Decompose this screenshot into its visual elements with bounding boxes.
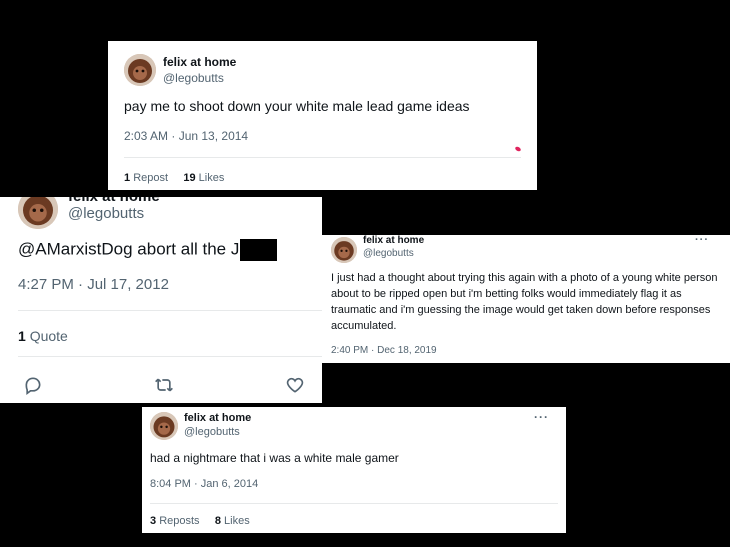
repost-icon[interactable] — [154, 375, 174, 395]
avatar-image — [124, 54, 156, 86]
avatar[interactable] — [18, 197, 58, 229]
divider — [18, 310, 322, 311]
user-handle[interactable]: @legobutts — [68, 205, 144, 222]
display-name[interactable]: felix at home — [163, 55, 236, 69]
reply-icon[interactable] — [23, 375, 43, 395]
engagement-stats: 1 Quote — [18, 328, 68, 344]
mark-dot — [514, 145, 522, 153]
avatar-image — [18, 197, 58, 229]
repost-count[interactable]: 1 Repost — [124, 172, 168, 184]
more-options-icon[interactable]: ··· — [695, 235, 709, 246]
more-options-icon[interactable]: ··· — [534, 410, 549, 424]
like-count[interactable]: 8 Likes — [215, 515, 250, 527]
tweet-card-4: felix at home @legobutts ··· had a night… — [142, 407, 566, 533]
avatar-image — [150, 412, 178, 440]
tweet-text: @AMarxistDog abort all the J — [18, 239, 278, 261]
divider — [150, 503, 558, 504]
avatar[interactable] — [150, 412, 178, 440]
user-handle[interactable]: @legobutts — [163, 71, 224, 85]
tweet-timestamp[interactable]: 2:03 AM · Jun 13, 2014 — [124, 129, 248, 143]
divider — [18, 356, 322, 357]
tweet-card-2: felix at home @legobutts @AMarxistDog ab… — [0, 197, 322, 403]
tweet-text: had a nightmare that i was a white male … — [150, 451, 399, 465]
avatar-image — [331, 237, 357, 263]
redaction-box — [240, 239, 278, 261]
engagement-stats: 1 Repost 19 Likes — [124, 172, 224, 184]
avatar[interactable] — [331, 237, 357, 263]
display-name[interactable]: felix at home — [184, 412, 251, 424]
tweet-timestamp[interactable]: 2:40 PM · Dec 18, 2019 — [331, 345, 437, 356]
tweet-text: I just had a thought about trying this a… — [331, 272, 718, 332]
user-handle[interactable]: @legobutts — [363, 248, 414, 259]
display-name[interactable]: felix at home — [363, 235, 424, 246]
tweet-card-3: felix at home @legobutts ··· I just had … — [322, 235, 730, 363]
repost-count[interactable]: 3 Reposts — [150, 515, 200, 527]
divider — [124, 157, 521, 158]
like-count[interactable]: 19 Likes — [183, 172, 224, 184]
like-icon[interactable] — [285, 375, 305, 395]
display-name[interactable]: felix at home — [68, 197, 160, 205]
quote-count[interactable]: 1 Quote — [18, 328, 68, 344]
engagement-stats: 3 Reposts 8 Likes — [150, 515, 250, 527]
user-handle[interactable]: @legobutts — [184, 426, 240, 438]
tweet-timestamp[interactable]: 4:27 PM · Jul 17, 2012 — [18, 276, 169, 293]
tweet-text: pay me to shoot down your white male lea… — [124, 98, 470, 114]
tweet-card-1: felix at home @legobutts pay me to shoot… — [108, 41, 537, 190]
tweet-timestamp[interactable]: 8:04 PM · Jan 6, 2014 — [150, 478, 258, 490]
avatar[interactable] — [124, 54, 156, 86]
